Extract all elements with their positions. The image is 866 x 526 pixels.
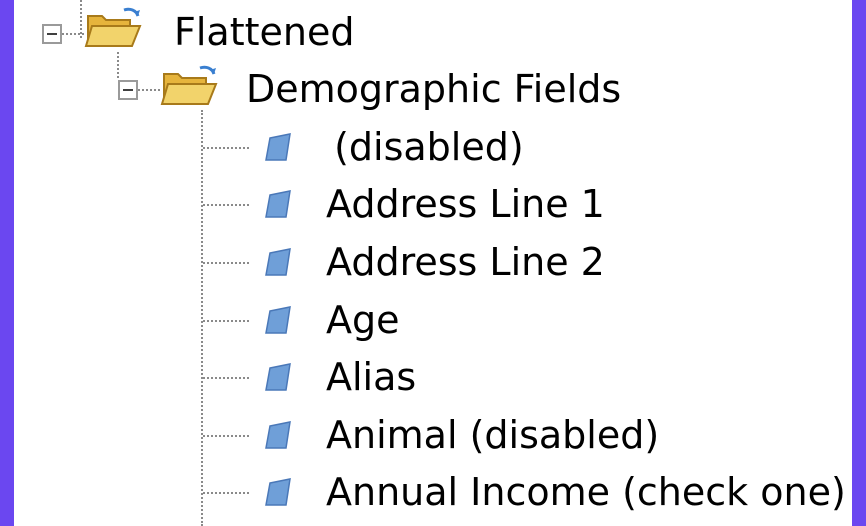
field-icon	[265, 421, 291, 449]
tree-connector-flattened	[62, 33, 84, 35]
tree-connector-leaf	[203, 320, 249, 322]
field-icon	[265, 248, 291, 276]
field-icon	[265, 306, 291, 334]
field-icon	[265, 478, 291, 506]
folder-open-icon	[160, 65, 218, 105]
tree-connector-leaf	[203, 435, 249, 437]
tree-connector-root-child	[117, 52, 119, 78]
tree-panel: Flattened Demographic Fields (disabled) …	[14, 0, 852, 526]
tree-label-flattened[interactable]: Flattened	[174, 9, 354, 55]
tree-label-field[interactable]: (disabled)	[322, 124, 524, 170]
collapse-toggle-flattened[interactable]	[42, 24, 62, 44]
tree-connector-leaf	[203, 377, 249, 379]
tree-view: Flattened Demographic Fields (disabled) …	[14, 0, 852, 526]
tree-connector-fields	[201, 110, 203, 526]
tree-label-field[interactable]: Annual Income (check one)	[326, 469, 846, 515]
minus-icon	[123, 89, 133, 91]
tree-connector-leaf	[203, 262, 249, 264]
field-icon	[265, 363, 291, 391]
collapse-toggle-demographic-fields[interactable]	[118, 80, 138, 100]
tree-label-demographic-fields[interactable]: Demographic Fields	[246, 66, 621, 112]
tree-label-field[interactable]: Address Line 1	[326, 181, 605, 227]
tree-label-field[interactable]: Address Line 2	[326, 239, 605, 285]
tree-connector-leaf	[203, 492, 249, 494]
field-icon	[265, 190, 291, 218]
folder-open-icon	[84, 7, 142, 47]
tree-label-field[interactable]: Alias	[326, 354, 416, 400]
minus-icon	[47, 33, 57, 35]
tree-label-field[interactable]: Age	[326, 297, 400, 343]
tree-connector-leaf	[203, 204, 249, 206]
field-icon	[265, 133, 291, 161]
tree-connector-demographic-fields	[138, 89, 160, 91]
tree-connector-leaf	[203, 147, 249, 149]
tree-label-field[interactable]: Animal (disabled)	[326, 412, 659, 458]
